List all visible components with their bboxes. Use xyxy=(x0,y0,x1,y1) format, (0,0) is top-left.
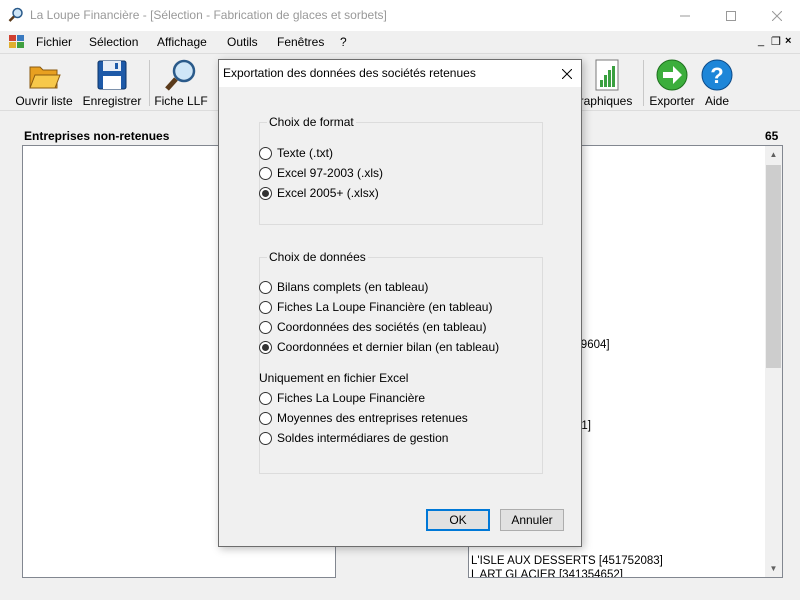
radio-button-icon[interactable] xyxy=(259,300,272,314)
close-button[interactable] xyxy=(754,0,800,31)
scroll-up-icon[interactable]: ▲ xyxy=(765,146,782,163)
magnifier-icon xyxy=(165,59,196,91)
cancel-button[interactable]: Annuler xyxy=(500,509,564,531)
menu-selection[interactable]: Sélection xyxy=(89,35,138,49)
left-panel-title: Entreprises non-retenues xyxy=(24,129,170,143)
window-title: La Loupe Financière - [Sélection - Fabri… xyxy=(30,8,387,22)
radio-label: Coordonnées et dernier bilan (en tableau… xyxy=(277,340,500,354)
dialog-close-button[interactable] xyxy=(553,60,581,87)
child-restore-button[interactable]: ❐ xyxy=(771,35,781,48)
scroll-down-icon[interactable]: ▼ xyxy=(765,560,782,577)
ouvrir-liste-button[interactable]: Ouvrir liste xyxy=(14,56,74,108)
help-icon: ? xyxy=(701,59,733,91)
svg-text:?: ? xyxy=(710,63,723,88)
data-radio-3[interactable]: Coordonnées et dernier bilan (en tableau… xyxy=(259,340,499,354)
excel-only-heading: Uniquement en fichier Excel xyxy=(259,371,409,385)
exporter-button[interactable]: Exporter xyxy=(648,56,696,108)
folder-open-icon xyxy=(29,66,61,89)
radio-label: Fiches La Loupe Financière (en tableau) xyxy=(277,300,493,314)
export-dialog: Exportation des données des sociétés ret… xyxy=(218,59,582,547)
radio-selected-dot xyxy=(262,343,269,351)
radio-label: Fiches La Loupe Financière xyxy=(277,391,426,405)
child-window-icon xyxy=(9,35,24,48)
radio-button-icon[interactable] xyxy=(259,431,272,445)
radio-button-icon[interactable] xyxy=(259,320,272,334)
menu-outils[interactable]: Outils xyxy=(227,35,258,49)
format-radio-2[interactable]: Excel 2005+ (.xlsx) xyxy=(259,186,379,200)
close-icon xyxy=(562,68,572,79)
radio-label: Coordonnées des sociétés (en tableau) xyxy=(277,320,487,334)
radio-label: Bilans complets (en tableau) xyxy=(277,280,429,294)
save-icon xyxy=(97,60,127,90)
radio-selected-dot xyxy=(262,189,269,197)
data-group-legend: Choix de données xyxy=(267,250,368,264)
data-radio-2[interactable]: Coordonnées des sociétés (en tableau) xyxy=(259,320,486,334)
menu-fenetres[interactable]: Fenêtres xyxy=(277,35,324,49)
vertical-scrollbar[interactable]: ▲ ▼ xyxy=(765,146,782,577)
format-group-legend: Choix de format xyxy=(267,115,356,129)
close-icon xyxy=(772,10,782,21)
magnifier-icon xyxy=(8,7,23,22)
excel-radio-1[interactable]: Moyennes des entreprises retenues xyxy=(259,411,468,425)
menu-affichage[interactable]: Affichage xyxy=(157,35,207,49)
ok-button[interactable]: OK xyxy=(426,509,490,531)
radio-label: Texte (.txt) xyxy=(277,146,334,160)
scroll-thumb[interactable] xyxy=(766,165,781,368)
graphiques-button[interactable]: raphiques xyxy=(578,56,634,108)
data-radio-1[interactable]: Fiches La Loupe Financière (en tableau) xyxy=(259,300,492,314)
dialog-title-bar: Exportation des données des sociétés ret… xyxy=(219,60,581,87)
radio-button-icon[interactable] xyxy=(259,411,272,425)
child-minimize-button[interactable]: _ xyxy=(758,35,764,47)
maximize-icon xyxy=(726,10,736,21)
toolbar-separator xyxy=(149,60,150,106)
menu-fichier[interactable]: Fichier xyxy=(36,35,72,49)
company-list-item[interactable]: L ART GLACIER [341354652] xyxy=(471,569,765,578)
radio-label: Moyennes des entreprises retenues xyxy=(277,411,468,425)
menu-bar: Fichier Sélection Affichage Outils Fenêt… xyxy=(0,31,800,53)
radio-button-icon[interactable] xyxy=(259,186,272,200)
fiche-llf-button[interactable]: Fiche LLF xyxy=(154,56,208,108)
minimize-icon xyxy=(680,15,690,16)
data-radio-0[interactable]: Bilans complets (en tableau) xyxy=(259,280,428,294)
chart-icon xyxy=(595,59,619,91)
export-arrow-icon xyxy=(656,59,688,91)
format-radio-0[interactable]: Texte (.txt) xyxy=(259,146,333,160)
radio-button-icon[interactable] xyxy=(259,280,272,294)
toolbar-separator xyxy=(643,60,644,106)
aide-button[interactable]: ? Aide xyxy=(700,56,734,108)
maximize-button[interactable] xyxy=(708,0,754,31)
radio-label: Soldes intermédiares de gestion xyxy=(277,431,449,445)
enregistrer-button[interactable]: Enregistrer xyxy=(82,56,142,108)
excel-radio-2[interactable]: Soldes intermédiares de gestion xyxy=(259,431,448,445)
retained-count: 65 xyxy=(765,129,779,143)
menu-help[interactable]: ? xyxy=(340,35,347,49)
radio-button-icon[interactable] xyxy=(259,391,272,405)
radio-button-icon[interactable] xyxy=(259,340,272,354)
child-close-button[interactable]: × xyxy=(785,35,791,47)
radio-button-icon[interactable] xyxy=(259,166,272,180)
minimize-button[interactable] xyxy=(662,0,708,31)
company-list-item[interactable]: L'ISLE AUX DESSERTS [451752083] xyxy=(471,555,765,569)
title-bar: La Loupe Financière - [Sélection - Fabri… xyxy=(0,0,800,31)
dialog-title: Exportation des données des sociétés ret… xyxy=(223,66,476,80)
radio-label: Excel 2005+ (.xlsx) xyxy=(277,186,379,200)
format-radio-1[interactable]: Excel 97-2003 (.xls) xyxy=(259,166,383,180)
excel-radio-0[interactable]: Fiches La Loupe Financière xyxy=(259,391,425,405)
radio-label: Excel 97-2003 (.xls) xyxy=(277,166,384,180)
radio-button-icon[interactable] xyxy=(259,146,272,160)
